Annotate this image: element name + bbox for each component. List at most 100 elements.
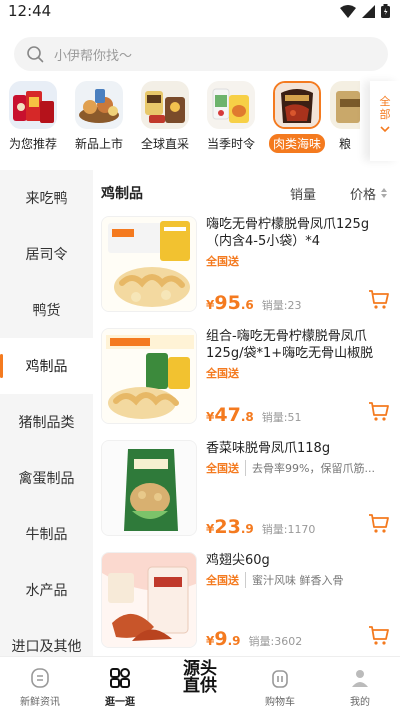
nav-item-browse[interactable]: 逛一逛 xyxy=(80,657,160,710)
price: ¥ 23 .9 销量:1170 xyxy=(206,516,315,538)
sidebar-item-laichiya[interactable]: 来吃鸭 xyxy=(0,170,93,226)
price: ¥ 9 .9 销量:3602 xyxy=(206,628,302,650)
product-tags: 全国送 去骨率99%，保留爪筋... xyxy=(206,460,390,476)
wifi-icon xyxy=(340,4,356,18)
main-area: 来吃鸭 居司令 鸭货 鸡制品 猪制品类 禽蛋制品 牛制品 水产品 进口及其他 鸡… xyxy=(0,170,400,656)
price-integer: 9 xyxy=(214,628,228,650)
product-tags: 全国送 xyxy=(206,253,390,269)
nav-item-source-direct[interactable]: 源头直供 xyxy=(160,657,240,710)
sidebar-item-label: 禽蛋制品 xyxy=(18,471,75,487)
add-to-cart-icon[interactable] xyxy=(368,624,390,646)
product-card[interactable]: 嗨吃无骨柠檬脱骨凤爪125g（内含4-5小袋）*4 全国送 ¥ 95 .6 销量… xyxy=(101,216,400,328)
currency-symbol: ¥ xyxy=(206,634,215,648)
category-item-recommend[interactable]: 为您推荐 xyxy=(0,81,66,161)
price-integer: 23 xyxy=(214,516,241,538)
category-label: 为您推荐 xyxy=(8,137,57,151)
product-title: 嗨吃无骨柠檬脱骨凤爪125g（内含4-5小袋）*4 xyxy=(206,217,370,249)
product-image xyxy=(101,552,197,648)
category-image xyxy=(75,81,123,129)
price-decimal: .6 xyxy=(240,298,254,312)
search-icon xyxy=(27,46,44,63)
category-item-meat-seafood[interactable]: 肉类海味 xyxy=(264,81,330,161)
sidebar-item-label: 鸭货 xyxy=(32,303,61,319)
price: ¥ 47 .8 销量:51 xyxy=(206,404,301,426)
sidebar-item-jusiling[interactable]: 居司令 xyxy=(0,226,93,282)
product-image xyxy=(101,440,197,536)
sales-count: 销量:3602 xyxy=(248,635,303,648)
add-to-cart-icon[interactable] xyxy=(368,288,390,310)
all-categories-label: 全部 xyxy=(379,95,391,121)
sort-price-label: 价格 xyxy=(349,187,376,203)
product-subtitle: 蜜汁风味 鲜香入骨 xyxy=(245,572,344,588)
bottom-nav: 新鲜资讯 逛一逛 源头直供 购物车 我的 xyxy=(0,656,400,710)
product-info: 组合-嗨吃无骨柠檬脱骨凤爪125g/袋*1+嗨吃无骨山椒脱骨... 全国送 ¥ … xyxy=(197,328,390,440)
category-label: 新品上市 xyxy=(74,137,123,151)
product-info: 嗨吃无骨柠檬脱骨凤爪125g（内含4-5小袋）*4 全国送 ¥ 95 .6 销量… xyxy=(197,216,390,328)
add-to-cart-icon[interactable] xyxy=(368,512,390,534)
sidebar-item-chicken[interactable]: 鸡制品 xyxy=(0,338,93,394)
search-placeholder: 小伊帮你找～ xyxy=(54,48,133,64)
all-categories-button[interactable]: 全部 xyxy=(370,81,400,161)
product-title: 鸡翅尖60g xyxy=(206,553,270,568)
section-title: 鸡制品 xyxy=(101,186,143,202)
sidebar-item-label: 居司令 xyxy=(25,247,68,263)
nav-label: 我的 xyxy=(350,697,370,708)
search-bar: 小伊帮你找～ xyxy=(0,22,400,71)
price-decimal: .9 xyxy=(240,522,254,536)
search-input[interactable]: 小伊帮你找～ xyxy=(14,37,388,71)
sort-sales-button[interactable]: 销量 xyxy=(290,184,316,203)
sidebar-item-beef[interactable]: 牛制品 xyxy=(0,506,93,562)
cart-icon xyxy=(272,670,288,688)
sort-price-button[interactable]: 价格 xyxy=(350,184,388,203)
category-item-grain[interactable]: 粮 xyxy=(330,81,360,161)
nav-label: 逛一逛 xyxy=(105,697,135,708)
price-integer: 47 xyxy=(214,404,241,426)
status-bar: 12:44 xyxy=(0,0,400,22)
chevron-down-icon xyxy=(380,126,390,133)
category-image xyxy=(9,81,57,129)
sidebar-item-label: 水产品 xyxy=(25,583,68,599)
product-image xyxy=(101,328,197,424)
category-item-seasonal[interactable]: 当季时令 xyxy=(198,81,264,161)
product-card[interactable]: 组合-嗨吃无骨柠檬脱骨凤爪125g/袋*1+嗨吃无骨山椒脱骨... 全国送 ¥ … xyxy=(101,328,400,440)
price-decimal: .8 xyxy=(240,410,254,424)
sidebar-item-pork[interactable]: 猪制品类 xyxy=(0,394,93,450)
category-image xyxy=(141,81,189,129)
category-strip: 为您推荐 新品上市 全球直采 当季时令 肉类海味 粮 全部 xyxy=(0,81,400,161)
sidebar-item-label: 猪制品类 xyxy=(18,415,75,431)
price-decimal: .9 xyxy=(227,634,241,648)
list-header: 鸡制品 销量 价格 xyxy=(101,170,400,216)
category-label: 当季时令 xyxy=(206,137,255,151)
product-card[interactable]: 鸡翅尖60g 全国送 蜜汁风味 鲜香入骨 ¥ 9 .9 销量:3602 xyxy=(101,552,400,664)
battery-icon xyxy=(381,4,390,18)
sales-count: 销量:23 xyxy=(261,299,302,312)
nav-item-cart[interactable]: 购物车 xyxy=(240,657,320,710)
sidebar-item-label: 牛制品 xyxy=(25,527,68,543)
source-direct-logo-text: 源头直供 xyxy=(183,659,217,696)
currency-symbol: ¥ xyxy=(206,410,215,424)
category-label: 粮 xyxy=(338,137,351,151)
nav-label: 新鲜资讯 xyxy=(20,697,60,708)
browse-grid-icon xyxy=(110,668,130,688)
app-screen: 12:44 小伊帮你找～ 为您推荐 新品上市 全球直采 当季时令 肉类海味 粮 … xyxy=(0,0,400,710)
currency-symbol: ¥ xyxy=(206,298,215,312)
nav-item-profile[interactable]: 我的 xyxy=(320,657,400,710)
sidebar-item-seafood[interactable]: 水产品 xyxy=(0,562,93,618)
sidebar-item-egg[interactable]: 禽蛋制品 xyxy=(0,450,93,506)
sort-bar: 销量 价格 xyxy=(290,184,388,203)
product-card[interactable]: 香菜味脱骨凤爪118g 全国送 去骨率99%，保留爪筋... ¥ 23 .9 销… xyxy=(101,440,400,552)
shipping-tag: 全国送 xyxy=(206,367,239,380)
product-title: 组合-嗨吃无骨柠檬脱骨凤爪125g/袋*1+嗨吃无骨山椒脱骨... xyxy=(206,329,374,361)
category-item-global[interactable]: 全球直采 xyxy=(132,81,198,161)
sort-arrows-icon xyxy=(381,188,387,198)
category-item-new[interactable]: 新品上市 xyxy=(66,81,132,161)
add-to-cart-icon[interactable] xyxy=(368,400,390,422)
nav-item-news[interactable]: 新鲜资讯 xyxy=(0,657,80,710)
sidebar-item-duck[interactable]: 鸭货 xyxy=(0,282,93,338)
product-subtitle: 去骨率99%，保留爪筋... xyxy=(245,460,375,476)
price-integer: 95 xyxy=(214,292,241,314)
price: ¥ 95 .6 销量:23 xyxy=(206,292,301,314)
sidebar-item-label: 鸡制品 xyxy=(25,359,68,375)
product-image xyxy=(101,216,197,312)
profile-icon xyxy=(352,670,368,687)
